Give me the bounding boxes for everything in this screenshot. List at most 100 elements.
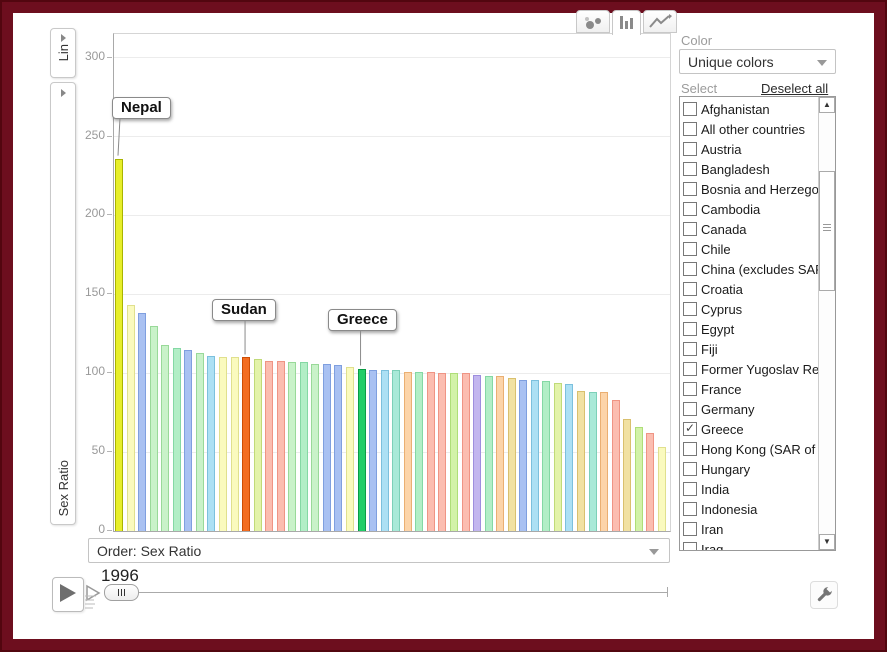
country-checkbox[interactable] bbox=[683, 282, 697, 296]
order-dropdown[interactable]: Order: Sex Ratio bbox=[88, 538, 670, 563]
country-checkbox[interactable]: ✓ bbox=[683, 422, 697, 436]
bar[interactable] bbox=[531, 380, 539, 531]
country-select-list[interactable]: AfghanistanAll other countriesAustriaBan… bbox=[679, 96, 836, 551]
country-row[interactable]: China (excludes SARs ... bbox=[680, 259, 818, 279]
country-checkbox[interactable] bbox=[683, 182, 697, 196]
bar[interactable] bbox=[635, 427, 643, 531]
bar[interactable] bbox=[173, 348, 181, 531]
bar[interactable] bbox=[334, 365, 342, 531]
y-scale-dropdown[interactable]: Lin bbox=[50, 28, 76, 78]
bar[interactable] bbox=[115, 159, 123, 531]
plot-area[interactable] bbox=[113, 33, 671, 532]
country-row[interactable]: Bangladesh bbox=[680, 159, 818, 179]
timeline-slider-thumb[interactable] bbox=[104, 584, 139, 601]
country-row[interactable]: Croatia bbox=[680, 279, 818, 299]
country-checkbox[interactable] bbox=[683, 142, 697, 156]
deselect-all-link[interactable]: Deselect all bbox=[761, 81, 828, 96]
bar[interactable] bbox=[254, 359, 262, 531]
bar[interactable] bbox=[508, 378, 516, 531]
country-checkbox[interactable] bbox=[683, 382, 697, 396]
scrollbar-thumb[interactable] bbox=[819, 171, 835, 291]
country-checkbox[interactable] bbox=[683, 522, 697, 536]
country-row[interactable]: Indonesia bbox=[680, 499, 818, 519]
country-row[interactable]: All other countries bbox=[680, 119, 818, 139]
country-row[interactable]: Fiji bbox=[680, 339, 818, 359]
country-row[interactable]: Iran bbox=[680, 519, 818, 539]
bar[interactable] bbox=[496, 376, 504, 531]
bar[interactable] bbox=[207, 356, 215, 531]
tab-line-chart[interactable] bbox=[643, 10, 677, 33]
bar[interactable] bbox=[277, 361, 285, 531]
bar[interactable] bbox=[565, 384, 573, 531]
country-checkbox[interactable] bbox=[683, 462, 697, 476]
country-row[interactable]: Afghanistan bbox=[680, 99, 818, 119]
bar[interactable] bbox=[646, 433, 654, 531]
bar[interactable] bbox=[138, 313, 146, 531]
bar[interactable] bbox=[392, 370, 400, 531]
bar[interactable] bbox=[184, 350, 192, 531]
color-dropdown[interactable]: Unique colors bbox=[679, 49, 836, 74]
bar[interactable] bbox=[288, 362, 296, 531]
country-row[interactable]: ✓Greece bbox=[680, 419, 818, 439]
bar[interactable] bbox=[323, 364, 331, 531]
country-checkbox[interactable] bbox=[683, 162, 697, 176]
country-row[interactable]: Austria bbox=[680, 139, 818, 159]
list-scrollbar[interactable]: ▲ ▼ bbox=[818, 97, 835, 550]
country-checkbox[interactable] bbox=[683, 322, 697, 336]
bar[interactable] bbox=[473, 375, 481, 531]
country-row[interactable]: Hong Kong (SAR of Ch... bbox=[680, 439, 818, 459]
country-checkbox[interactable] bbox=[683, 302, 697, 316]
country-row[interactable]: Egypt bbox=[680, 319, 818, 339]
bar[interactable] bbox=[300, 362, 308, 531]
bar[interactable] bbox=[219, 357, 227, 531]
bar[interactable] bbox=[369, 370, 377, 531]
country-row[interactable]: Chile bbox=[680, 239, 818, 259]
bar[interactable] bbox=[427, 372, 435, 531]
scroll-up-button[interactable]: ▲ bbox=[819, 97, 835, 113]
bar[interactable] bbox=[658, 447, 666, 531]
country-row[interactable]: Former Yugoslav Repu... bbox=[680, 359, 818, 379]
bar[interactable] bbox=[462, 373, 470, 531]
country-checkbox[interactable] bbox=[683, 442, 697, 456]
bar[interactable] bbox=[623, 419, 631, 531]
country-checkbox[interactable] bbox=[683, 222, 697, 236]
tab-bar-chart[interactable] bbox=[612, 10, 641, 35]
play-button[interactable] bbox=[52, 577, 84, 612]
bar[interactable] bbox=[600, 392, 608, 531]
country-checkbox[interactable] bbox=[683, 122, 697, 136]
bar[interactable] bbox=[415, 372, 423, 531]
country-row[interactable]: Cambodia bbox=[680, 199, 818, 219]
bar[interactable] bbox=[589, 392, 597, 531]
timeline-track[interactable] bbox=[106, 592, 668, 593]
country-checkbox[interactable] bbox=[683, 342, 697, 356]
bar[interactable] bbox=[265, 361, 273, 531]
bar[interactable] bbox=[554, 383, 562, 531]
country-row[interactable]: France bbox=[680, 379, 818, 399]
tab-bubble-chart[interactable] bbox=[576, 10, 610, 33]
bar[interactable] bbox=[231, 357, 239, 531]
bar[interactable] bbox=[242, 357, 250, 531]
bar[interactable] bbox=[358, 369, 366, 532]
country-checkbox[interactable] bbox=[683, 482, 697, 496]
country-row[interactable]: Cyprus bbox=[680, 299, 818, 319]
bar[interactable] bbox=[404, 372, 412, 531]
scroll-down-button[interactable]: ▼ bbox=[819, 534, 835, 550]
bar[interactable] bbox=[542, 381, 550, 531]
country-checkbox[interactable] bbox=[683, 542, 697, 551]
bar[interactable] bbox=[450, 373, 458, 531]
bar[interactable] bbox=[311, 364, 319, 531]
country-checkbox[interactable] bbox=[683, 502, 697, 516]
bar[interactable] bbox=[577, 391, 585, 531]
country-checkbox[interactable] bbox=[683, 262, 697, 276]
bar[interactable] bbox=[161, 345, 169, 531]
bar[interactable] bbox=[346, 367, 354, 531]
y-axis-variable-dropdown[interactable]: Sex Ratio bbox=[50, 82, 76, 525]
bar[interactable] bbox=[127, 305, 135, 531]
bar[interactable] bbox=[485, 376, 493, 531]
bar[interactable] bbox=[150, 326, 158, 531]
country-checkbox[interactable] bbox=[683, 102, 697, 116]
bar[interactable] bbox=[438, 373, 446, 531]
country-checkbox[interactable] bbox=[683, 402, 697, 416]
country-row[interactable]: Germany bbox=[680, 399, 818, 419]
bar[interactable] bbox=[519, 380, 527, 531]
